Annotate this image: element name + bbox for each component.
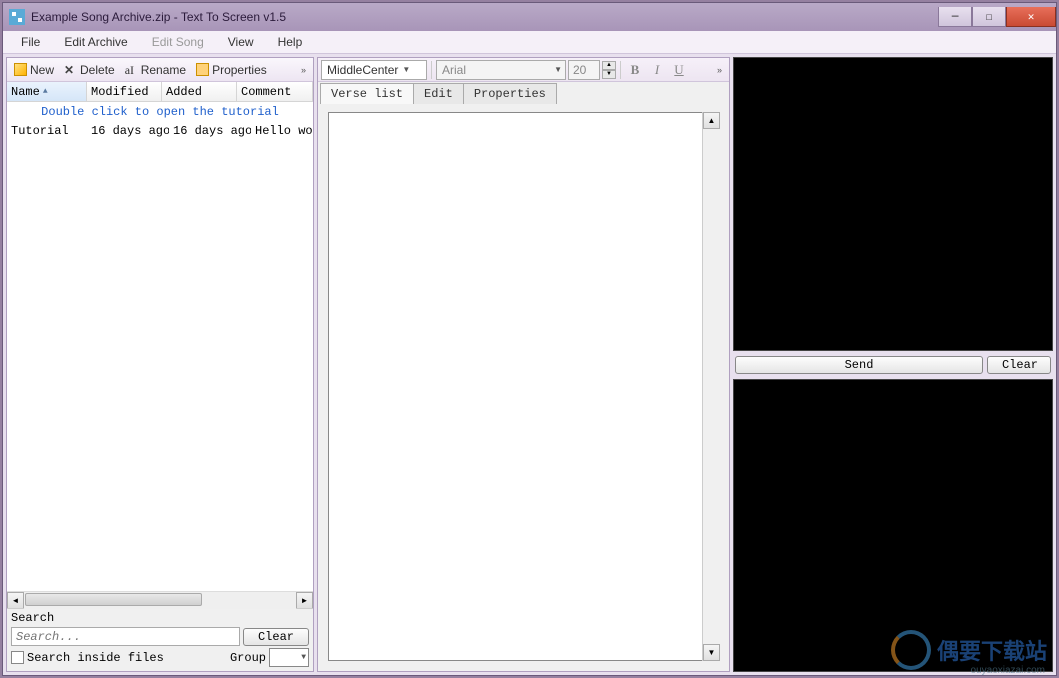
toolbar-overflow-icon[interactable]: » [713,65,726,75]
rename-icon: aI [125,63,138,76]
menu-edit-song: Edit Song [142,33,214,51]
new-icon [14,63,27,76]
titlebar[interactable]: Example Song Archive.zip - Text To Scree… [3,3,1056,31]
properties-button[interactable]: Properties [192,62,271,78]
editor-panel: MiddleCenter ▼ Arial ▼ 20 ▲ ▼ B I U [317,57,730,672]
clear-button[interactable]: Clear [987,356,1051,374]
scroll-down-icon[interactable]: ▼ [703,644,720,661]
group-label: Group [230,651,266,665]
col-name[interactable]: Name ▲ [7,82,87,101]
size-spinner[interactable]: ▲ ▼ [602,61,616,79]
menu-view[interactable]: View [218,33,264,51]
new-label: New [30,63,54,77]
chevron-down-icon: ▼ [402,65,410,74]
scroll-track[interactable] [24,592,296,609]
editor-tabs: Verse list Edit Properties [318,82,729,104]
sort-asc-icon: ▲ [43,87,48,96]
cell-added: 16 days ago [169,124,251,138]
size-value: 20 [573,63,586,77]
col-modified[interactable]: Modified [87,82,162,101]
verse-editor[interactable]: ▲ ▼ [328,112,719,661]
size-input[interactable]: 20 [568,60,600,80]
font-combo[interactable]: Arial ▼ [436,60,566,80]
separator [431,61,432,79]
content-area: New ✕ Delete aI Rename Properties » [3,54,1056,675]
menu-help[interactable]: Help [268,33,313,51]
menubar: File Edit Archive Edit Song View Help [3,31,1056,54]
app-window: Example Song Archive.zip - Text To Scree… [2,2,1057,676]
song-list[interactable]: Double click to open the tutorial Tutori… [7,102,313,591]
menu-edit-archive[interactable]: Edit Archive [54,33,137,51]
maximize-button[interactable]: ☐ [972,7,1006,27]
font-value: Arial [442,63,550,77]
tutorial-hint: Double click to open the tutorial [7,102,313,122]
editor-wrap: ▲ ▼ [318,104,729,671]
delete-icon: ✕ [64,63,77,76]
rename-button[interactable]: aI Rename [121,62,190,78]
search-inside-checkbox[interactable] [11,651,24,664]
window-title: Example Song Archive.zip - Text To Scree… [31,10,286,24]
cell-comment: Hello wor [251,124,313,138]
delete-label: Delete [80,63,115,77]
italic-button[interactable]: I [647,60,667,80]
table-row[interactable]: Tutorial 16 days ago 16 days ago Hello w… [7,122,313,140]
preview-panel: Send Clear [733,57,1053,672]
v-scrollbar[interactable]: ▲ ▼ [702,112,719,661]
cell-name: Tutorial [7,124,87,138]
chevron-down-icon: ▼ [554,65,562,74]
spin-down-icon[interactable]: ▼ [602,70,616,79]
list-header: Name ▲ Modified Added Comment [7,82,313,102]
bold-button[interactable]: B [625,60,645,80]
scroll-left-icon[interactable]: ◄ [7,592,24,609]
preview-buttons: Send Clear [733,351,1053,379]
separator [620,61,621,79]
properties-label: Properties [212,63,267,77]
minimize-button[interactable]: ─ [938,7,972,27]
preview-bottom [733,379,1053,673]
toolbar-overflow-icon[interactable]: » [297,65,310,75]
group-select[interactable]: ▼ [269,648,309,667]
col-added[interactable]: Added [162,82,237,101]
search-inside-label: Search inside files [27,651,227,665]
close-button[interactable]: ✕ [1006,7,1056,27]
search-panel: Search Clear Search inside files Group ▼ [7,608,313,671]
scroll-right-icon[interactable]: ► [296,592,313,609]
menu-file[interactable]: File [11,33,50,51]
underline-button[interactable]: U [669,60,689,80]
archive-toolbar: New ✕ Delete aI Rename Properties » [7,58,313,82]
search-label: Search [11,611,309,625]
send-button[interactable]: Send [735,356,983,374]
archive-panel: New ✕ Delete aI Rename Properties » [6,57,314,672]
chevron-down-icon: ▼ [301,653,306,662]
format-toolbar: MiddleCenter ▼ Arial ▼ 20 ▲ ▼ B I U [318,58,729,82]
scroll-up-icon[interactable]: ▲ [703,112,720,129]
h-scrollbar[interactable]: ◄ ► [7,591,313,608]
rename-label: Rename [141,63,186,77]
properties-icon [196,63,209,76]
scroll-thumb[interactable] [25,593,202,606]
delete-button[interactable]: ✕ Delete [60,62,119,78]
tab-verse-list[interactable]: Verse list [320,83,414,104]
align-combo[interactable]: MiddleCenter ▼ [321,60,427,80]
new-button[interactable]: New [10,62,58,78]
spin-up-icon[interactable]: ▲ [602,61,616,70]
tab-edit[interactable]: Edit [413,83,464,104]
align-value: MiddleCenter [327,63,398,77]
window-controls: ─ ☐ ✕ [938,8,1056,27]
app-icon [9,9,25,25]
search-clear-button[interactable]: Clear [243,628,309,646]
col-comment[interactable]: Comment [237,82,313,101]
cell-modified: 16 days ago [87,124,169,138]
preview-top [733,57,1053,351]
tab-properties[interactable]: Properties [463,83,557,104]
search-input[interactable] [11,627,240,646]
